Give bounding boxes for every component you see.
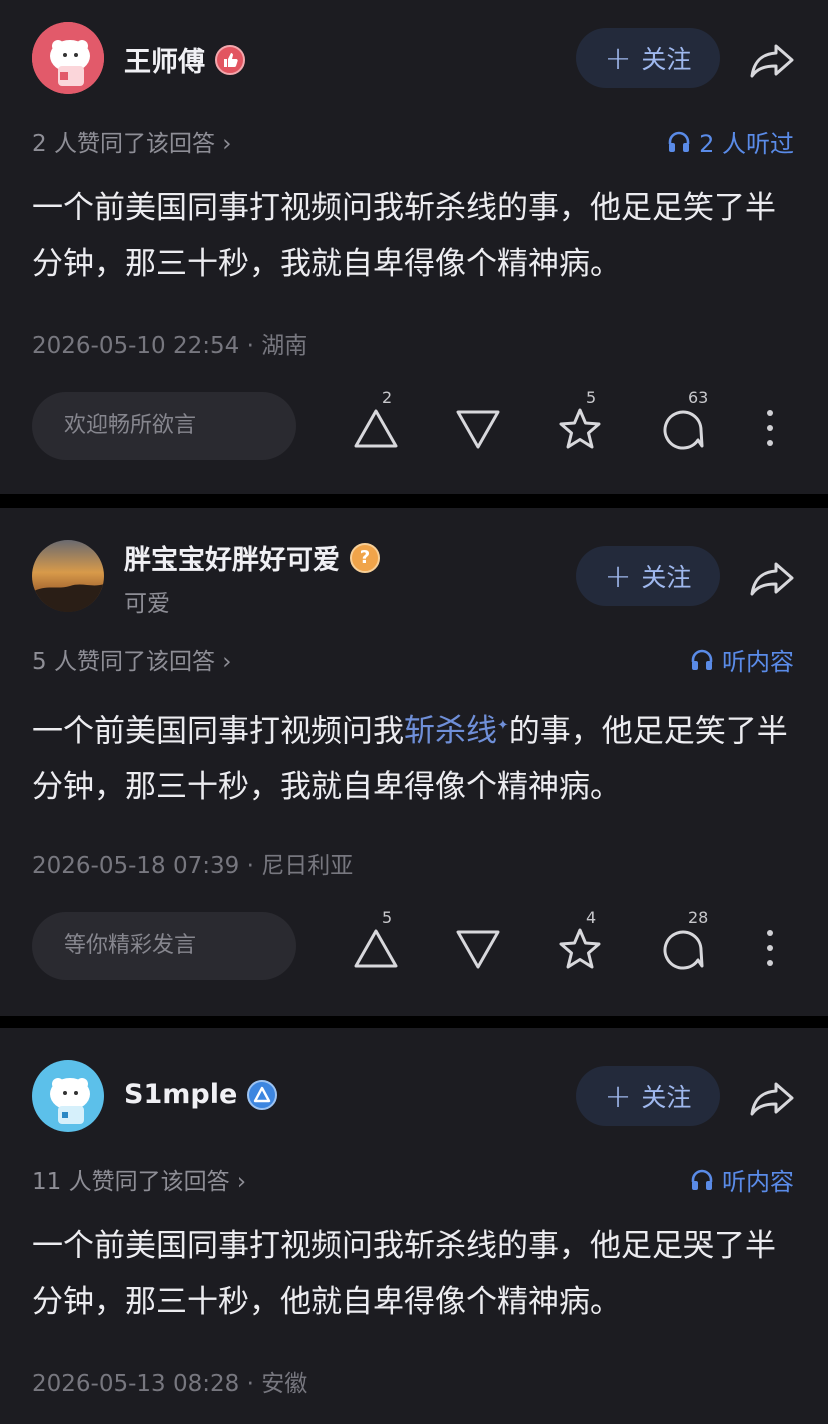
agree-count-link[interactable]: 5 人赞同了该回答 › — [32, 642, 231, 676]
post-meta: 2026-05-13 08:28 · 安徽 — [32, 1371, 308, 1397]
upvote-button[interactable]: 2 — [352, 388, 412, 456]
triangle-badge-icon — [247, 1079, 278, 1110]
answer-content[interactable]: 一个前美国同事打视频问我斩杀线的事，他足足笑了半分钟，那三十秒，我就自卑得像个精… — [32, 180, 802, 292]
upvote-icon — [354, 409, 398, 448]
more-options-icon[interactable] — [760, 926, 780, 970]
question-badge-icon: ? — [350, 542, 380, 573]
answer-card: 王师傅 + 关注 2 人赞同了该回答 › 2 人听过 一个前美国同事打视频问我斩杀… — [0, 0, 828, 494]
downvote-icon — [456, 930, 500, 969]
follow-button[interactable]: + 关注 — [576, 1066, 720, 1126]
share-icon[interactable] — [748, 558, 796, 598]
answer-content[interactable]: 一个前美国同事打视频问我斩杀线的事，他足足哭了半分钟，那三十秒，他就自卑得像个精… — [32, 1218, 802, 1330]
plus-icon: + — [604, 39, 632, 77]
comment-button[interactable]: 63 — [658, 388, 718, 456]
plus-icon: + — [604, 1077, 632, 1115]
avatar[interactable] — [32, 1060, 104, 1132]
sparkle-icon: ✦ — [497, 718, 509, 734]
listen-button[interactable]: 2 人听过 — [667, 124, 794, 159]
username[interactable]: 胖宝宝好胖好可爱 ? — [124, 538, 380, 577]
more-options-icon[interactable] — [760, 406, 780, 450]
answer-feed: 王师傅 + 关注 2 人赞同了该回答 › 2 人听过 一个前美国同事打视频问我斩杀… — [0, 0, 828, 1424]
username[interactable]: 王师傅 — [124, 40, 245, 79]
follow-button[interactable]: + 关注 — [576, 28, 720, 88]
agree-count-link[interactable]: 11 人赞同了该回答 › — [32, 1162, 246, 1196]
comment-input[interactable]: 欢迎畅所欲言 — [32, 392, 296, 460]
star-icon — [559, 928, 601, 969]
comment-button[interactable]: 28 — [658, 908, 718, 976]
user-subtitle: 可爱 — [124, 591, 170, 617]
upvote-button[interactable]: 5 — [352, 908, 412, 976]
share-icon[interactable] — [748, 40, 796, 80]
listen-button[interactable]: 听内容 — [690, 642, 794, 677]
agree-count-link[interactable]: 2 人赞同了该回答 › — [32, 124, 231, 158]
share-icon[interactable] — [748, 1078, 796, 1118]
upvote-icon — [354, 929, 398, 968]
follow-button[interactable]: + 关注 — [576, 546, 720, 606]
favorite-button[interactable]: 5 — [556, 388, 616, 456]
headphones-icon — [691, 1169, 713, 1190]
downvote-button[interactable] — [454, 400, 514, 456]
answer-card: S1mple + 关注 11 人赞同了该回答 › 听内容 一个前美国同事打视频问我… — [0, 1028, 828, 1424]
plus-icon: + — [604, 557, 632, 595]
post-meta: 2026-05-18 07:39 · 尼日利亚 — [32, 853, 354, 879]
topic-link[interactable]: 斩杀线✦ — [404, 713, 509, 749]
comment-bubble-icon — [663, 410, 704, 450]
favorite-button[interactable]: 4 — [556, 908, 616, 976]
username[interactable]: S1mple — [124, 1078, 278, 1110]
downvote-icon — [456, 410, 500, 449]
answer-card: 胖宝宝好胖好可爱 ? 可爱 + 关注 5 人赞同了该回答 › 听内容 一个前美国同… — [0, 508, 828, 1016]
star-icon — [559, 408, 601, 449]
downvote-button[interactable] — [454, 920, 514, 976]
headphones-icon — [668, 131, 690, 152]
comment-input[interactable]: 等你精彩发言 — [32, 912, 296, 980]
answer-content[interactable]: 一个前美国同事打视频问我斩杀线✦的事，他足足笑了半分钟，那三十秒，我就自卑得像个… — [32, 698, 802, 815]
comment-bubble-icon — [663, 930, 704, 970]
avatar[interactable] — [32, 540, 104, 612]
thumbs-up-badge-icon — [215, 44, 245, 75]
avatar[interactable] — [32, 22, 104, 94]
headphones-icon — [691, 649, 713, 670]
listen-button[interactable]: 听内容 — [690, 1162, 794, 1197]
post-meta: 2026-05-10 22:54 · 湖南 — [32, 333, 308, 359]
